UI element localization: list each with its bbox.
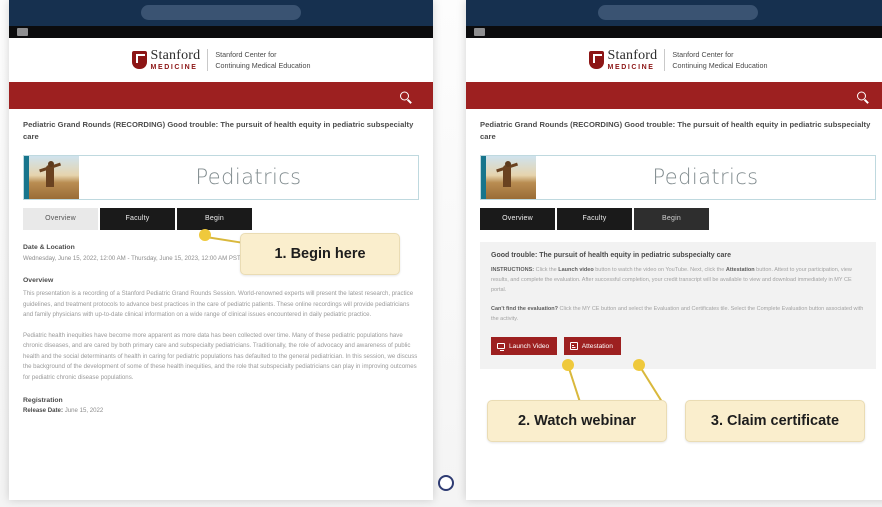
banner-title: Pediatrics [195,165,302,190]
tab-begin[interactable]: Begin [634,207,709,230]
banner-image-body [46,164,54,187]
instructions-attestation-bold: Attestation [725,266,755,273]
logo-subtitle-line2: Continuing Medical Education [215,61,311,70]
callout-watch-webinar: 2. Watch webinar [487,400,667,442]
course-tabs-left: Overview Faculty Begin [23,207,419,230]
instructions-label: INSTRUCTIONS: [491,266,535,273]
attestation-label: Attestation [581,342,613,350]
device-toolbar-strip-right [466,26,882,38]
site-header-left: Stanford MEDICINE Stanford Center for Co… [9,38,433,82]
form-icon [570,342,578,350]
device-notch-pill-right [598,5,758,20]
action-button-row: Launch Video Attestation [491,337,865,355]
screenshot-stage: Stanford MEDICINE Stanford Center for Co… [0,0,882,507]
launch-video-button[interactable]: Launch Video [491,337,558,355]
stanford-logo[interactable]: Stanford MEDICINE Stanford Center for Co… [131,47,310,71]
launch-video-label: Launch Video [509,342,550,350]
search-icon[interactable] [857,91,866,100]
page-title: Pediatric Grand Rounds (RECORDING) Good … [23,120,414,141]
banner-image-head [48,160,54,167]
cant-find-label: Can't find the evaluation? [491,306,559,313]
stanford-shield-icon [588,51,604,69]
site-header-right: Stanford MEDICINE Stanford Center for Co… [466,38,882,82]
logo-medicine-text: MEDICINE [150,63,198,71]
instructions-part-b: button to watch the video on YouTube. Ne… [593,266,726,273]
attestation-button[interactable]: Attestation [564,337,621,355]
banner-image-head [505,160,511,167]
begin-section-title: Good trouble: The pursuit of health equi… [491,251,731,259]
logo-divider [664,49,666,71]
logo-stanford-text: Stanford [607,47,658,63]
callout-anchor-dot-1 [199,229,211,241]
course-banner: Pediatrics [480,154,876,200]
begin-section-card: Good trouble: The pursuit of health equi… [480,241,876,369]
keyboard-icon [474,28,485,36]
monitor-icon [497,342,505,351]
course-banner: Pediatrics [23,154,419,200]
release-date-label: Release Date: [23,407,63,415]
course-tabs-right: Overview Faculty Begin [480,207,876,230]
logo-subtitle-line1: Stanford Center for [215,49,277,59]
logo-subtitle-line1: Stanford Center for [672,49,734,59]
stanford-shield-icon [131,51,147,69]
registration-heading: Registration [23,397,63,405]
release-date-value: June 15, 2022 [64,407,104,415]
logo-stanford-text: Stanford [150,47,201,63]
callout-claim-certificate: 3. Claim certificate [685,400,865,442]
overview-paragraph-1: This presentation is a recording of a St… [23,290,414,319]
search-bar-left [9,82,433,109]
logo-wordmark: Stanford MEDICINE [150,47,201,71]
instructions-launch-video-bold: Launch video [558,266,594,273]
tab-faculty[interactable]: Faculty [100,207,175,230]
page-body-right: Pediatric Grand Rounds (RECORDING) Good … [466,109,882,369]
tab-begin[interactable]: Begin [177,207,252,230]
release-date: Release Date: June 15, 2022 [23,407,419,414]
stanford-logo[interactable]: Stanford MEDICINE Stanford Center for Co… [588,47,767,71]
device-status-bar-left [9,0,433,26]
device-toolbar-strip-left [9,26,433,38]
home-button[interactable] [438,475,454,491]
logo-wordmark: Stanford MEDICINE [607,47,658,71]
banner-title: Pediatrics [652,165,759,190]
search-bar-right [466,82,882,109]
overview-heading: Overview [23,277,54,285]
tab-overview[interactable]: Overview [23,207,98,230]
instructions-part-a: Click the [534,266,559,273]
cant-find-evaluation-text: Can't find the evaluation? Click the MY … [491,304,865,324]
logo-subtitle: Stanford Center for Continuing Medical E… [672,49,767,71]
callout-anchor-dot-2 [562,359,574,371]
device-notch-pill [141,5,301,20]
logo-subtitle: Stanford Center for Continuing Medical E… [215,49,310,71]
logo-subtitle-line2: Continuing Medical Education [672,61,768,70]
overview-paragraph-2: Pediatric health inequities have become … [23,331,418,381]
keyboard-icon [17,28,28,36]
device-status-bar-right [466,0,882,26]
tab-faculty[interactable]: Faculty [557,207,632,230]
logo-medicine-text: MEDICINE [607,63,655,71]
tab-overview[interactable]: Overview [480,207,555,230]
banner-image [486,155,536,199]
banner-image-body [503,164,511,187]
search-icon[interactable] [400,91,409,100]
instructions-text: INSTRUCTIONS: Click the Launch video but… [491,265,865,296]
page-title: Pediatric Grand Rounds (RECORDING) Good … [480,120,871,141]
callout-anchor-dot-3 [633,359,645,371]
banner-image [29,155,79,199]
logo-divider [207,49,209,71]
callout-begin-here: 1. Begin here [240,233,400,275]
